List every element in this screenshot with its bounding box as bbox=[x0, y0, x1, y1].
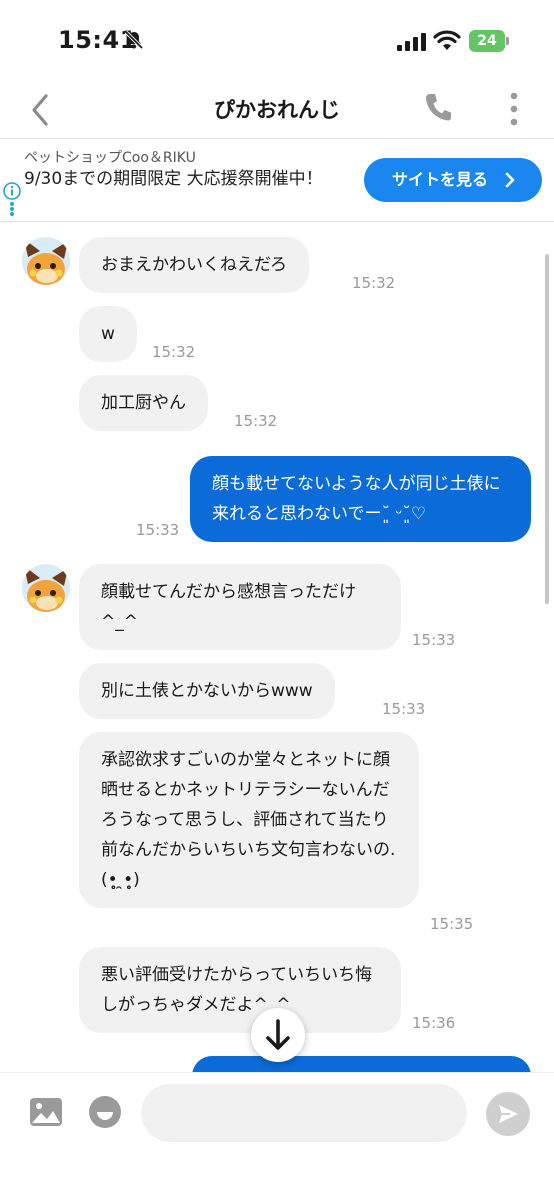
message-time: 15:32 bbox=[352, 274, 396, 292]
status-bar: 15:41 24 bbox=[0, 0, 554, 84]
message-text: 承認欲求すごいのか堂々とネットに顔晒せるとかネットリテラシーないんだろうなって思… bbox=[101, 750, 396, 890]
phone-call-icon[interactable] bbox=[424, 92, 452, 122]
ad-info-icon[interactable] bbox=[3, 182, 21, 200]
message-time: 15:32 bbox=[234, 412, 278, 430]
ad-text: 9/30までの期間限定 大応援祭開催中！ bbox=[24, 169, 323, 189]
avatar-raichu-icon bbox=[22, 564, 70, 612]
sticker-smile-icon[interactable] bbox=[88, 1095, 122, 1129]
scrollbar[interactable] bbox=[545, 254, 549, 604]
avatar[interactable] bbox=[22, 564, 70, 612]
message-bubble[interactable]: 悪い評価受けたからっていちいち悔しがっちゃダメだよ^_^ bbox=[79, 947, 401, 1033]
message-text: 顔載せてんだから感想言っただけ^_^ bbox=[101, 582, 356, 632]
message-time: 15:33 bbox=[412, 631, 456, 649]
battery-indicator: 24 bbox=[469, 30, 505, 52]
arrow-down-icon bbox=[266, 1019, 290, 1050]
chat-header: ぴかおれんじ bbox=[0, 84, 554, 136]
wifi-icon bbox=[433, 30, 461, 50]
avatar-raichu-icon bbox=[22, 237, 70, 285]
ad-banner[interactable]: ペットショップCoo＆RIKU 9/30までの期間限定 大応援祭開催中！ サイト… bbox=[0, 138, 554, 222]
message-input[interactable] bbox=[141, 1084, 467, 1142]
cellular-signal-icon bbox=[397, 33, 426, 51]
message-time: 15:35 bbox=[430, 915, 474, 933]
message-bubble-outgoing[interactable]: 顔も載せてないような人が同じ土俵に来れると思わないでー˘͈ ᵕ˘͈♡ bbox=[190, 456, 531, 542]
message-text: 顔も載せてないような人が同じ土俵に来れると思わないでー˘͈ ᵕ˘͈♡ bbox=[212, 474, 501, 524]
message-bubble[interactable]: w bbox=[79, 306, 137, 362]
send-icon bbox=[499, 1105, 518, 1123]
battery-tip bbox=[506, 37, 509, 45]
message-time: 15:33 bbox=[382, 700, 426, 718]
ad-site-button[interactable]: サイトを見る bbox=[364, 158, 542, 202]
ad-menu-dots-icon[interactable] bbox=[9, 201, 15, 219]
message-bubble[interactable]: おまえかわいくねえだろ bbox=[79, 237, 309, 293]
chat-title: ぴかおれんじ bbox=[214, 98, 340, 122]
message-text: おまえかわいくねえだろ bbox=[101, 255, 287, 275]
message-text: 悪い評価受けたからっていちいち悔しがっちゃダメだよ^_^ bbox=[101, 965, 373, 1015]
ad-source: ペットショップCoo＆RIKU bbox=[24, 150, 196, 166]
avatar[interactable] bbox=[22, 237, 70, 285]
scroll-to-bottom-button[interactable] bbox=[251, 1008, 305, 1062]
message-time: 15:33 bbox=[136, 521, 180, 539]
message-bubble[interactable]: 加工厨やん bbox=[79, 375, 208, 431]
chevron-right-icon bbox=[505, 172, 515, 188]
message-input-bar bbox=[0, 1072, 554, 1200]
ad-site-button-label: サイトを見る bbox=[392, 170, 489, 189]
message-text: 加工厨やん bbox=[101, 393, 186, 413]
message-bubble[interactable]: 承認欲求すごいのか堂々とネットに顔晒せるとかネットリテラシーないんだろうなって思… bbox=[79, 732, 419, 908]
message-bubble[interactable]: 顔載せてんだから感想言っただけ^_^ bbox=[79, 564, 401, 650]
message-time: 15:32 bbox=[152, 343, 196, 361]
message-time: 15:36 bbox=[412, 1014, 456, 1032]
more-options-icon[interactable] bbox=[505, 90, 523, 128]
image-attach-icon[interactable] bbox=[29, 1097, 63, 1127]
message-text: 別に土俵とかないからwww bbox=[101, 681, 313, 701]
message-text: w bbox=[101, 324, 115, 344]
send-button[interactable] bbox=[486, 1092, 530, 1136]
bell-slash-icon bbox=[124, 30, 144, 50]
message-bubble[interactable]: 別に土俵とかないからwww bbox=[79, 663, 335, 719]
